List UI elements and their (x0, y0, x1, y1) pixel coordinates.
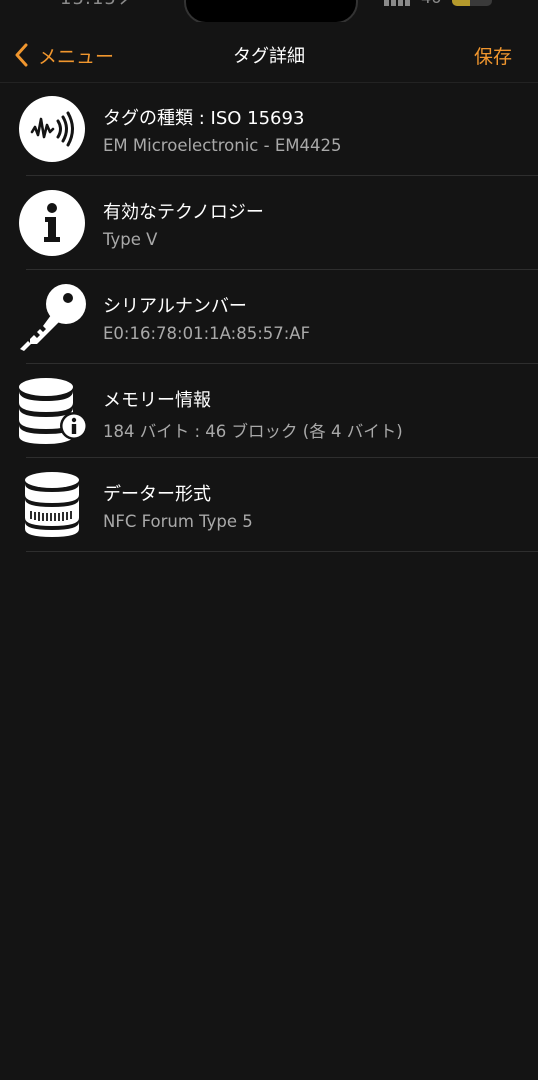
tag-detail-list: タグの種類 : ISO 15693 EM Microelectronic - E… (0, 82, 538, 552)
detail-row-serial-number: シリアルナンバー E0:16:78:01:1A:85:57:AF (0, 270, 538, 364)
detail-row-tag-type: タグの種類 : ISO 15693 EM Microelectronic - E… (0, 82, 538, 176)
database-info-icon (19, 378, 86, 444)
page-title: タグ詳細 (233, 46, 305, 67)
detail-title: メモリー情報 (103, 390, 211, 411)
bell-slash-icon (120, 0, 127, 5)
battery-icon (452, 0, 492, 6)
navigation-bar: メニュー タグ詳細 保存 (0, 28, 538, 83)
detail-row-memory-info: メモリー情報 184 バイト : 46 ブロック (各 4 バイト) (0, 364, 538, 458)
detail-value: Type V (103, 230, 158, 249)
detail-value: NFC Forum Type 5 (103, 512, 253, 531)
info-icon (19, 190, 85, 256)
cellular-signal-icon (384, 0, 410, 6)
detail-row-technology: 有効なテクノロジー Type V (0, 176, 538, 270)
detail-value: 184 バイト : 46 ブロック (各 4 バイト) (103, 422, 403, 441)
detail-row-data-format: データー形式 NFC Forum Type 5 (0, 458, 538, 552)
detail-title: データー形式 (103, 484, 211, 505)
data-format-icon (25, 472, 79, 537)
status-time: 15:15 (60, 0, 117, 9)
battery-percent: 46 (421, 0, 441, 7)
detail-title: シリアルナンバー (103, 296, 247, 317)
row-divider (26, 551, 538, 552)
nfc-signal-icon (19, 96, 85, 162)
detail-value: EM Microelectronic - EM4425 (103, 136, 342, 155)
detail-value: E0:16:78:01:1A:85:57:AF (103, 324, 311, 343)
detail-title: タグの種類 : ISO 15693 (103, 108, 305, 129)
detail-title: 有効なテクノロジー (103, 202, 264, 223)
status-bar: 15:15 46 (0, 0, 538, 22)
save-button[interactable]: 保存 (474, 42, 512, 69)
key-icon (20, 284, 86, 351)
dynamic-island (184, 0, 358, 22)
